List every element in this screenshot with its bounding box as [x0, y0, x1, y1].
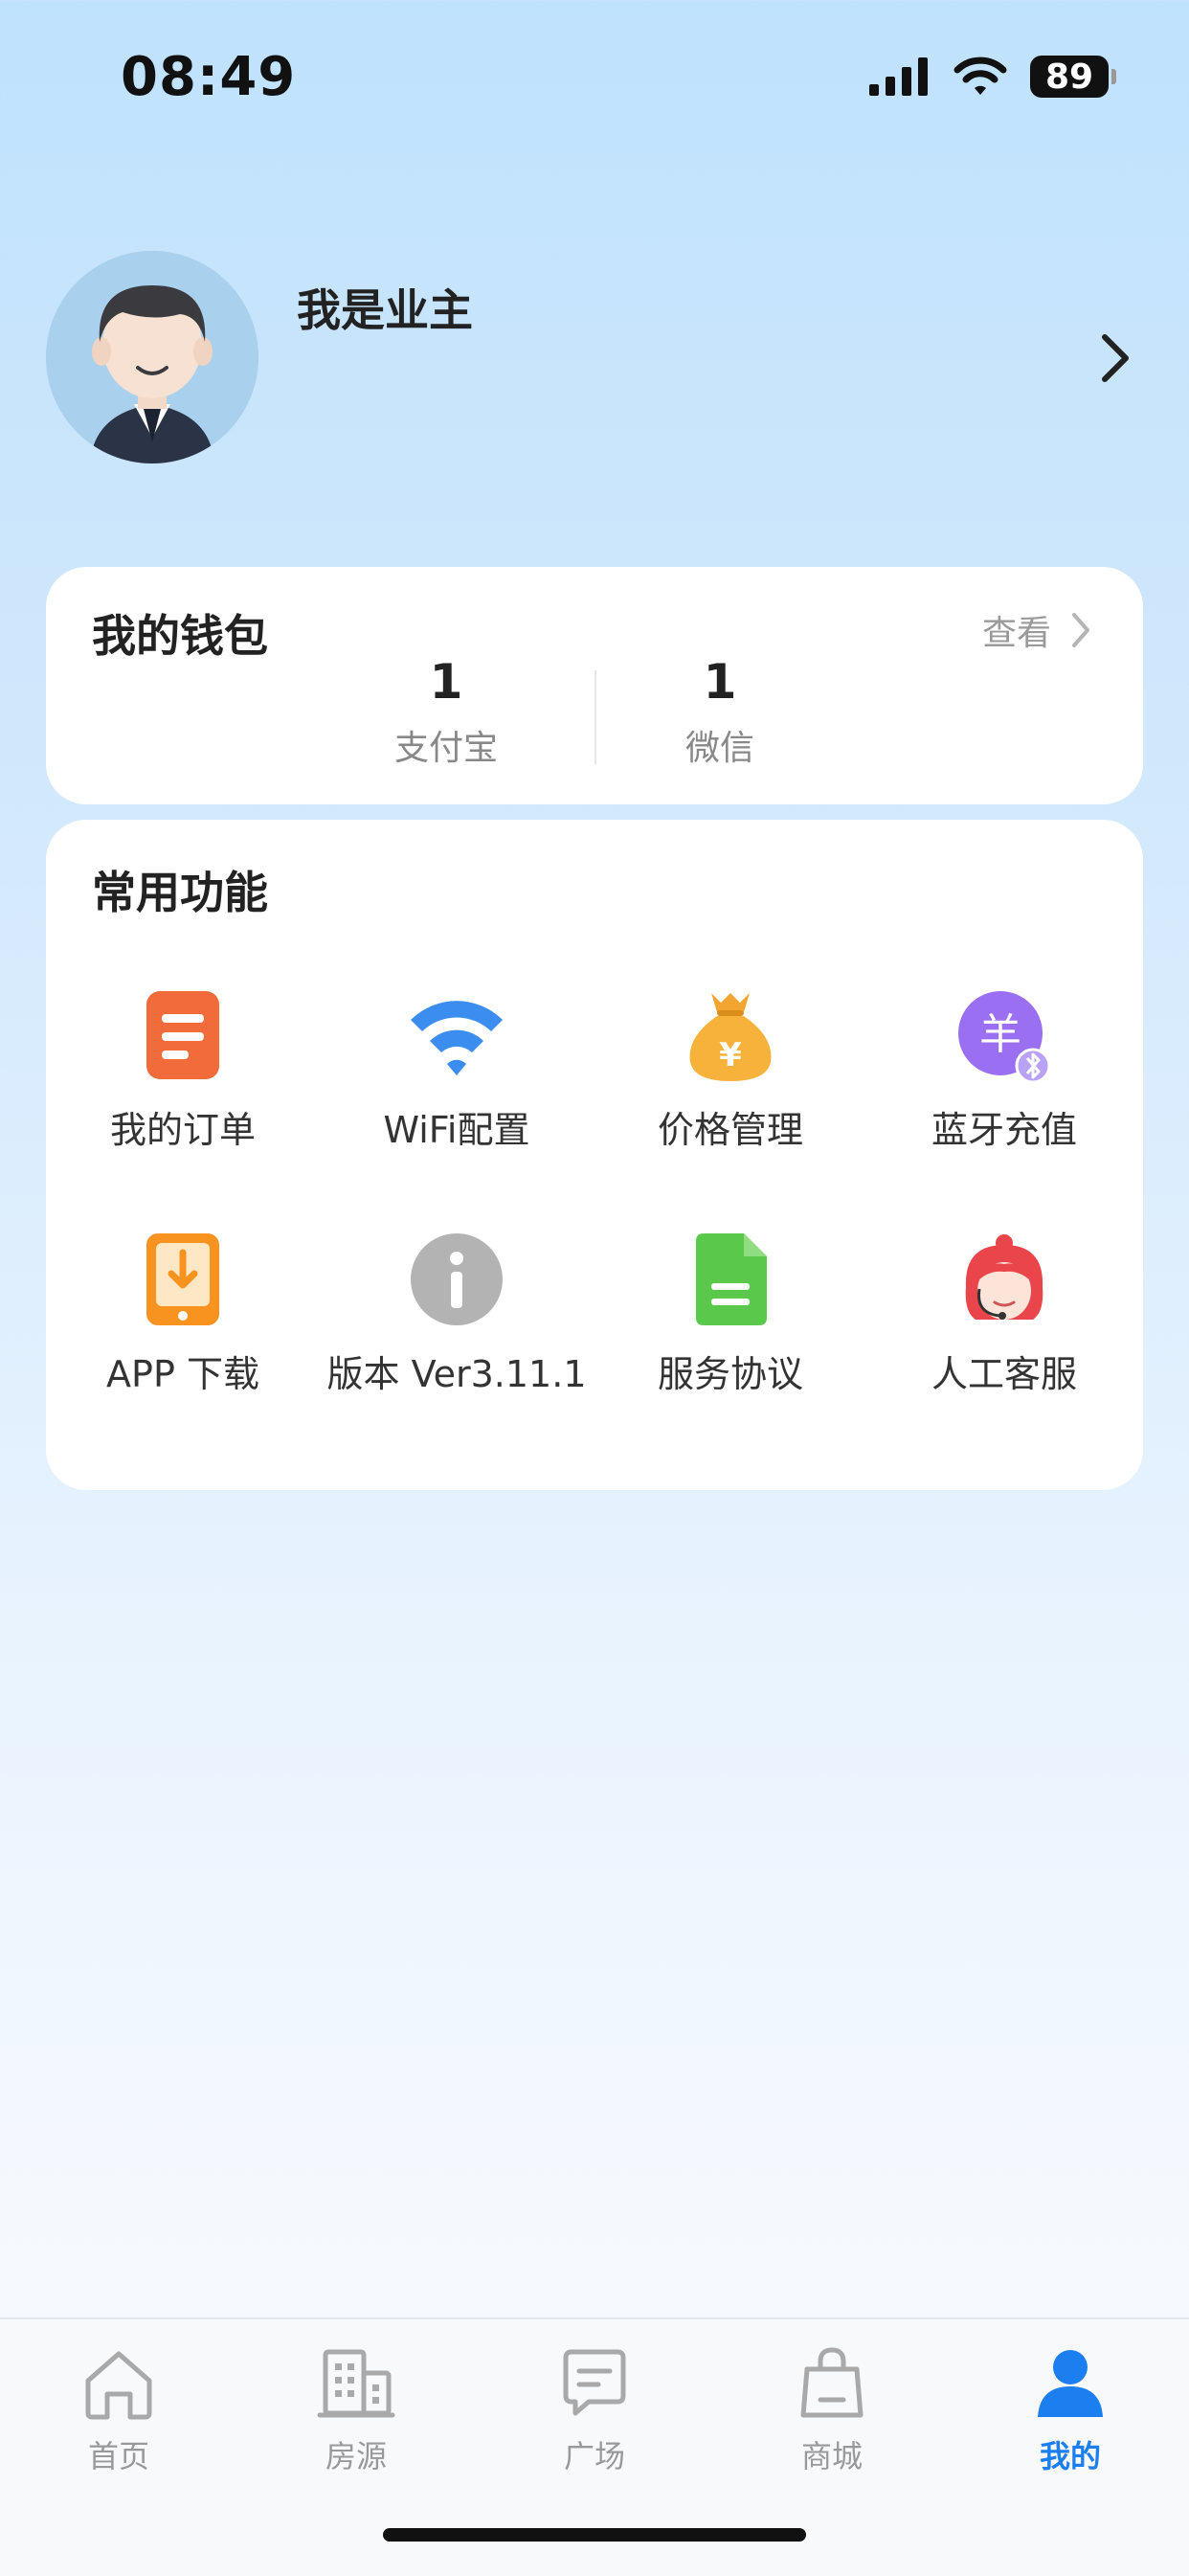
func-label: 版本 Ver3.11.1 [326, 1353, 587, 1395]
avatar[interactable] [46, 251, 258, 463]
func-wifi-config[interactable]: WiFi配置 [320, 987, 594, 1160]
wallet-view-label: 查看 [981, 614, 1051, 653]
order-icon [146, 991, 219, 1079]
wallet-wechat-label: 微信 [684, 729, 754, 768]
func-label: WiFi配置 [383, 1109, 530, 1151]
func-label: 我的订单 [109, 1109, 256, 1151]
tab-label: 我的 [1039, 2438, 1101, 2474]
wallet-item-wechat[interactable]: 1 微信 [605, 653, 835, 770]
status-time: 08:49 [121, 46, 297, 108]
bluetooth-recharge-icon: 羊 [958, 991, 1051, 1083]
chevron-right-icon [1072, 613, 1089, 647]
func-customer-service[interactable]: 人工客服 [867, 1232, 1141, 1404]
tab-label: 广场 [563, 2438, 625, 2474]
wallet-card: 我的钱包 查看 1 支付宝 1 微信 [46, 567, 1143, 804]
tab-label: 首页 [87, 2438, 149, 2474]
home-icon [85, 2351, 152, 2420]
battery-level: 89 [1044, 56, 1094, 97]
home-indicator [383, 2528, 806, 2542]
wallet-divider [594, 670, 596, 764]
func-label: 蓝牙充值 [931, 1109, 1077, 1151]
profile-name: 我是业主 [297, 284, 473, 336]
wallet-wechat-value: 1 [703, 654, 737, 710]
customer-service-icon [965, 1234, 1043, 1320]
tab-label: 房源 [325, 2438, 387, 2474]
wallet-alipay-label: 支付宝 [393, 729, 498, 768]
avatar-icon [46, 251, 258, 463]
tab-listings[interactable]: 房源 [237, 2342, 475, 2476]
func-bluetooth-recharge[interactable]: 羊 蓝牙充值 [867, 987, 1141, 1160]
status-icons: 89 [869, 56, 1116, 98]
func-label: APP 下载 [106, 1353, 259, 1395]
profile-header[interactable]: 我是业主 [46, 251, 1143, 463]
tab-label: 商城 [800, 2438, 863, 2474]
func-price-management[interactable]: ¥ 价格管理 [594, 987, 867, 1160]
chevron-right-icon[interactable] [1086, 324, 1143, 391]
wallet-item-alipay[interactable]: 1 支付宝 [331, 653, 561, 770]
tab-mall[interactable]: 商城 [713, 2342, 951, 2476]
status-bar: 08:49 89 [0, 0, 1189, 153]
func-service-agreement[interactable]: 服务协议 [594, 1232, 867, 1404]
cellular-signal-icon [869, 57, 928, 96]
wallet-view-link[interactable]: 查看 [982, 605, 1093, 655]
func-version[interactable]: 版本 Ver3.11.1 [320, 1232, 594, 1404]
func-app-download[interactable]: APP 下载 [46, 1232, 320, 1404]
func-label: 服务协议 [657, 1353, 803, 1395]
tab-mine[interactable]: 我的 [952, 2342, 1189, 2476]
info-icon [411, 1233, 503, 1325]
svg-text:¥: ¥ [719, 1036, 742, 1074]
money-bag-icon: ¥ [689, 993, 772, 1081]
tab-home[interactable]: 首页 [0, 2342, 237, 2476]
tab-plaza[interactable]: 广场 [476, 2342, 713, 2476]
func-label: 价格管理 [657, 1109, 803, 1151]
svg-text:羊: 羊 [979, 1010, 1021, 1059]
functions-card: 常用功能 我的订单 WiFi配置 ¥ 价格管理 羊 蓝牙充值 APP 下载 版本… [46, 820, 1143, 1490]
wallet-alipay-value: 1 [429, 654, 463, 710]
shopping-bag-icon [800, 2347, 864, 2418]
building-icon [317, 2349, 395, 2418]
chat-icon [563, 2349, 626, 2416]
wifi-signal-icon [953, 56, 1007, 95]
user-icon [1038, 2350, 1103, 2417]
battery-indicator: 89 [1030, 56, 1116, 98]
wallet-title: 我的钱包 [92, 610, 268, 662]
wifi-icon [411, 1001, 503, 1075]
functions-title: 常用功能 [92, 867, 268, 918]
document-icon [696, 1233, 767, 1325]
func-my-orders[interactable]: 我的订单 [46, 987, 320, 1160]
download-icon [146, 1233, 219, 1325]
func-label: 人工客服 [931, 1353, 1077, 1395]
